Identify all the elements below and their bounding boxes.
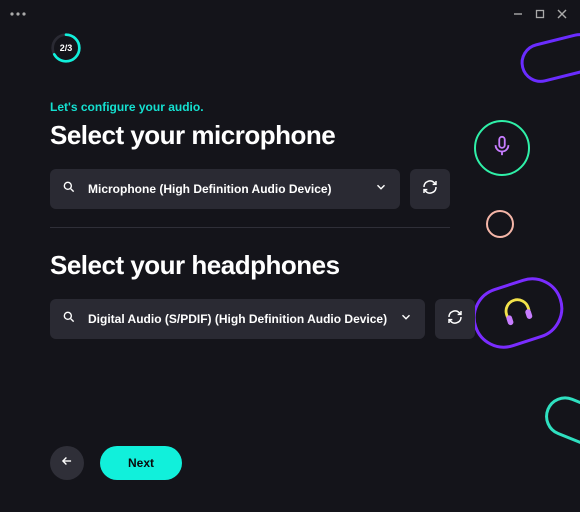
- microphone-selected-value: Microphone (High Definition Audio Device…: [88, 182, 362, 196]
- microphone-select[interactable]: Microphone (High Definition Audio Device…: [50, 169, 400, 209]
- microphone-section-title: Select your microphone: [50, 120, 530, 151]
- progress-indicator: 2/3: [50, 32, 82, 64]
- chevron-down-icon: [399, 310, 413, 329]
- refresh-icon: [447, 309, 463, 330]
- microphone-refresh-button[interactable]: [410, 169, 450, 209]
- headphones-refresh-button[interactable]: [435, 299, 475, 339]
- app-menu-dots[interactable]: [10, 12, 26, 16]
- decorative-pill-bottom: [539, 390, 580, 453]
- search-icon: [62, 180, 76, 199]
- progress-label: 2/3: [50, 32, 82, 64]
- next-button-label: Next: [128, 456, 154, 470]
- section-divider: [50, 227, 450, 228]
- close-button[interactable]: [554, 6, 570, 22]
- config-subtitle: Let's configure your audio.: [50, 100, 530, 114]
- titlebar: [0, 0, 580, 28]
- search-icon: [62, 310, 76, 329]
- arrow-left-icon: [60, 454, 74, 473]
- headphones-section-title: Select your headphones: [50, 250, 530, 281]
- back-button[interactable]: [50, 446, 84, 480]
- chevron-down-icon: [374, 180, 388, 199]
- maximize-button[interactable]: [532, 6, 548, 22]
- refresh-icon: [422, 179, 438, 200]
- headphones-selected-value: Digital Audio (S/PDIF) (High Definition …: [88, 312, 387, 326]
- headphones-select[interactable]: Digital Audio (S/PDIF) (High Definition …: [50, 299, 425, 339]
- minimize-button[interactable]: [510, 6, 526, 22]
- next-button[interactable]: Next: [100, 446, 182, 480]
